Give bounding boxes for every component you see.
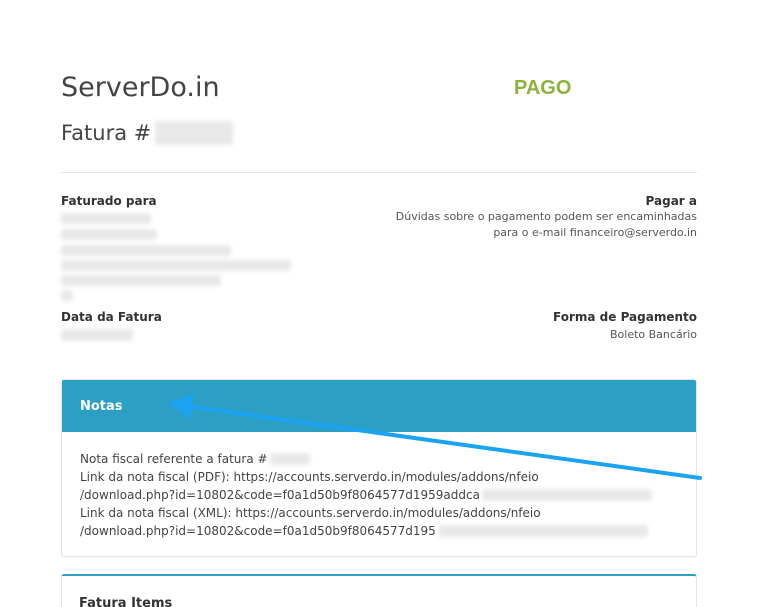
invoice-page: ServerDo.in PAGO Fatura # Faturado para … [0, 0, 758, 607]
annotation-arrow-icon [168, 393, 702, 480]
